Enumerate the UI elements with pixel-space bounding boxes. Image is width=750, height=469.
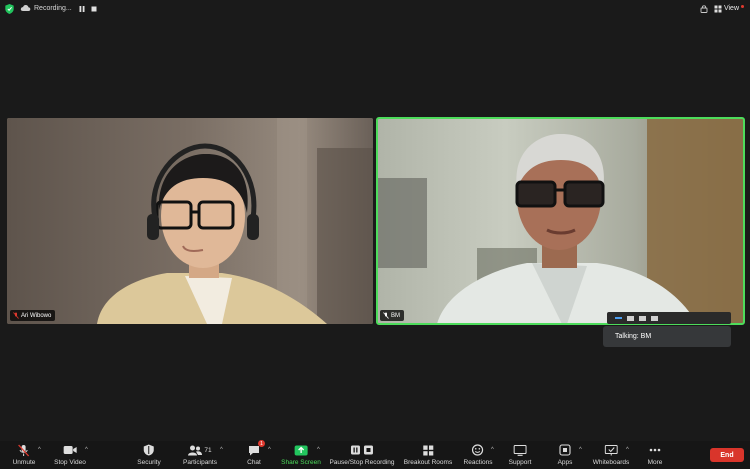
chat-button[interactable]: 1 Chat: [246, 440, 265, 466]
pause-stop-recording-button[interactable]: Pause/Stop Recording: [329, 443, 395, 466]
security-label: Security: [137, 459, 161, 466]
chat-bubble-icon: [249, 445, 259, 455]
apps-icon: [559, 444, 571, 456]
stop-recording-icon[interactable]: [90, 5, 98, 13]
support-label: Support: [508, 459, 532, 466]
video-tile-ari-wibowo[interactable]: Ari Wibowo: [7, 118, 373, 324]
apps-options-chevron-icon[interactable]: ^: [579, 447, 582, 453]
share-options-chevron-icon[interactable]: ^: [317, 447, 320, 453]
security-shield-icon: [143, 444, 154, 456]
participants-icon: [188, 445, 203, 455]
whiteboards-label: Whiteboards: [592, 459, 630, 466]
apps-label: Apps: [557, 459, 573, 466]
participant-name: BM: [391, 312, 400, 319]
participant-name: Ari Wibowo: [21, 312, 52, 319]
share-screen-label: Share Screen: [281, 459, 321, 466]
lock-icon[interactable]: [700, 4, 708, 13]
breakout-rooms-icon: [422, 445, 433, 455]
video-camera-icon: [63, 446, 77, 454]
pause-recording-icon[interactable]: [78, 5, 86, 13]
name-tag: Ari Wibowo: [10, 310, 56, 321]
side-by-side-view-icon[interactable]: [639, 315, 646, 321]
notification-dot-icon: [741, 4, 744, 8]
grid-icon: [714, 5, 722, 12]
participant-video-bm: [377, 118, 744, 324]
mic-muted-icon: [18, 444, 30, 456]
cloud-icon: [20, 4, 31, 11]
recording-indicator[interactable]: Recording...: [20, 4, 72, 12]
chat-label: Chat: [247, 459, 261, 466]
unmute-label: Unmute: [12, 459, 36, 466]
view-button[interactable]: View: [714, 4, 744, 13]
talking-indicator: Talking: BM: [603, 326, 731, 347]
support-icon: [513, 444, 527, 456]
video-options-chevron-icon[interactable]: ^: [85, 447, 88, 453]
smiley-icon: [472, 444, 484, 456]
meeting-toolbar: Unmute ^ Stop Video ^ Security 71 Partic…: [0, 440, 750, 469]
video-stage: Ari Wibowo BM Talking: BM: [0, 20, 750, 441]
breakout-rooms-label: Breakout Rooms: [403, 459, 453, 466]
stop-video-button[interactable]: Stop Video: [54, 443, 86, 466]
stop-video-label: Stop Video: [54, 459, 86, 466]
share-screen-icon: [294, 445, 308, 455]
reactions-button[interactable]: Reactions: [463, 443, 493, 466]
share-screen-button[interactable]: Share Screen: [281, 443, 321, 466]
reactions-options-chevron-icon[interactable]: ^: [491, 447, 494, 453]
gallery-view-icon[interactable]: [651, 315, 658, 321]
stop-icon: [363, 445, 373, 455]
more-dots-icon: [649, 448, 661, 452]
video-tile-bm[interactable]: BM: [376, 117, 745, 325]
chat-unread-badge: 1: [258, 440, 265, 447]
participants-options-chevron-icon[interactable]: ^: [220, 447, 223, 453]
more-label: More: [647, 459, 663, 466]
breakout-rooms-button[interactable]: Breakout Rooms: [404, 443, 452, 466]
participants-button[interactable]: 71 Participants: [183, 443, 217, 466]
more-button[interactable]: More: [647, 443, 663, 466]
chat-options-chevron-icon[interactable]: ^: [268, 447, 271, 453]
apps-button[interactable]: Apps: [557, 443, 573, 466]
whiteboards-options-chevron-icon[interactable]: ^: [626, 447, 629, 453]
end-meeting-button[interactable]: End: [710, 448, 744, 462]
security-button[interactable]: Security: [137, 443, 161, 466]
single-view-icon[interactable]: [627, 315, 634, 321]
top-bar: Recording... View: [0, 0, 750, 20]
view-label: View: [723, 5, 739, 12]
audio-options-chevron-icon[interactable]: ^: [38, 447, 41, 453]
whiteboard-icon: [604, 444, 618, 455]
mic-muted-icon: [383, 312, 389, 319]
participant-video-ari-wibowo: [7, 118, 373, 324]
unmute-button[interactable]: Unmute: [12, 443, 36, 466]
participants-count: 71: [204, 446, 212, 454]
view-options-bar[interactable]: [607, 312, 731, 324]
recording-label: Recording...: [34, 4, 72, 12]
shield-icon[interactable]: [5, 4, 14, 14]
name-tag: BM: [380, 310, 404, 321]
participants-label: Participants: [183, 459, 217, 466]
reactions-label: Reactions: [463, 459, 493, 466]
mic-muted-icon: [13, 312, 19, 319]
support-button[interactable]: Support: [508, 443, 532, 466]
pause-icon: [350, 445, 360, 455]
pause-stop-recording-label: Pause/Stop Recording: [329, 459, 395, 466]
minimize-view-icon[interactable]: [615, 317, 622, 319]
whiteboards-button[interactable]: Whiteboards: [592, 443, 630, 466]
